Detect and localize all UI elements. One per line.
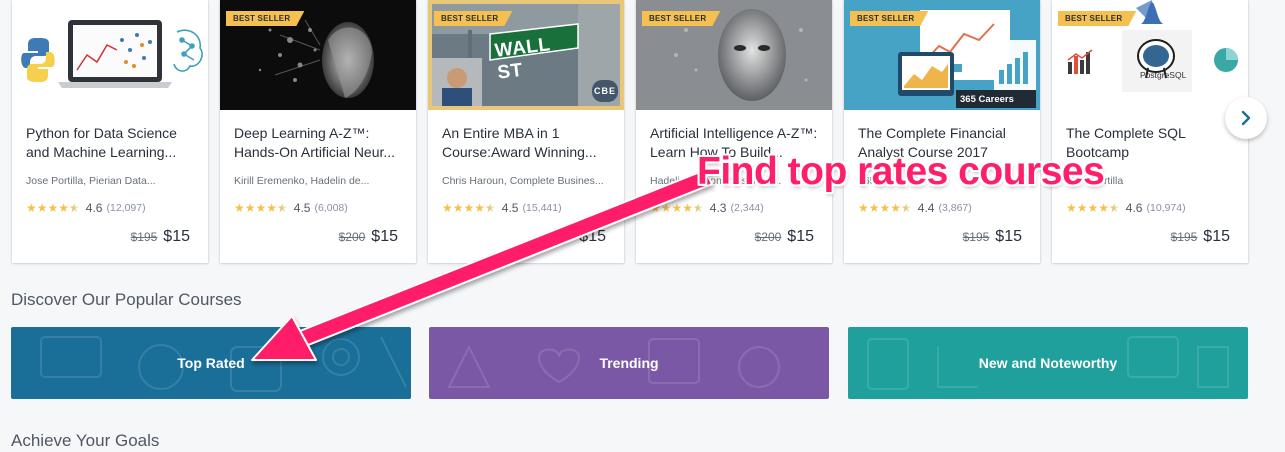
rating-value: 4.5 <box>293 201 311 215</box>
original-price: $200 <box>754 230 782 244</box>
star-rating-icon: ★★★★★ <box>1066 201 1120 215</box>
course-rating: ★★★★★ 4.5 (15,441) <box>442 201 562 215</box>
bestseller-badge: BEST SELLER <box>226 11 304 26</box>
course-price: $200 $15 <box>339 228 398 246</box>
careers-label: 365 Careers <box>960 94 1014 105</box>
cbe-label: CBE <box>594 86 617 96</box>
annotation-text: Find top rates courses <box>697 150 1105 193</box>
course-authors: Chris Haroun, Complete Busines... <box>442 175 604 187</box>
sale-price: $15 <box>371 228 398 245</box>
carousel-next-button[interactable] <box>1225 97 1267 139</box>
review-count: (3,867) <box>938 202 972 214</box>
rating-value: 4.3 <box>709 201 727 215</box>
course-carousel: Python for Data Science and Machine Lear… <box>0 0 1285 265</box>
course-card[interactable]: Python for Data Science and Machine Lear… <box>12 0 208 263</box>
rating-value: 4.5 <box>501 201 519 215</box>
course-price: $200 $15 <box>547 228 606 246</box>
popular-courses-heading: Discover Our Popular Courses <box>11 290 242 309</box>
sale-price: $15 <box>787 228 814 245</box>
trending-tile[interactable]: Trending <box>429 327 829 399</box>
new-and-noteworthy-tile[interactable]: New and Noteworthy <box>848 327 1248 399</box>
original-price: $195 <box>130 230 158 244</box>
course-rating: ★★★★★ 4.4 (3,867) <box>858 201 972 215</box>
bestseller-badge: BEST SELLER <box>642 11 720 26</box>
course-title[interactable]: Python for Data Science and Machine Lear… <box>26 124 196 162</box>
course-rating: ★★★★★ 4.6 (12,097) <box>26 201 146 215</box>
course-thumbnail: BEST SELLER <box>220 0 416 110</box>
rating-value: 4.6 <box>85 201 103 215</box>
star-rating-icon: ★★★★★ <box>234 201 288 215</box>
review-count: (12,097) <box>106 202 146 214</box>
course-thumbnail <box>12 0 208 110</box>
course-thumbnail: BEST SELLER <box>636 0 832 110</box>
course-price: $195 $15 <box>1171 228 1230 246</box>
course-card[interactable]: PostgreSQL BEST SELLER The Complete SQL … <box>1052 0 1248 263</box>
sale-price: $15 <box>163 228 190 245</box>
course-authors: Jose Portilla, Pierian Data... <box>26 175 156 187</box>
review-count: (6,008) <box>314 202 348 214</box>
original-price: $200 <box>546 230 574 244</box>
original-price: $195 <box>962 230 990 244</box>
course-card[interactable]: BEST SELLER Artificial Intelligence A-Z™… <box>636 0 832 263</box>
review-count: (2,344) <box>730 202 764 214</box>
course-rating: ★★★★★ 4.5 (6,008) <box>234 201 348 215</box>
star-rating-icon: ★★★★★ <box>650 201 704 215</box>
course-card[interactable]: WALL ST CBE BEST SELLER An Entire MBA in… <box>428 0 624 263</box>
postgresql-label: PostgreSQL <box>1140 70 1187 80</box>
course-thumbnail: PostgreSQL BEST SELLER <box>1052 0 1248 110</box>
course-card[interactable]: BEST SELLER Deep Learning A-Z™: Hands-On… <box>220 0 416 263</box>
course-title[interactable]: Deep Learning A-Z™: Hands-On Artificial … <box>234 124 404 162</box>
rating-value: 4.4 <box>917 201 935 215</box>
course-thumbnail: WALL ST CBE BEST SELLER <box>428 0 624 110</box>
course-rating: ★★★★★ 4.6 (10,974) <box>1066 201 1186 215</box>
course-authors: Kirill Eremenko, Hadelin de... <box>234 175 370 187</box>
star-rating-icon: ★★★★★ <box>442 201 496 215</box>
course-rating: ★★★★★ 4.3 (2,344) <box>650 201 764 215</box>
course-price: $195 $15 <box>963 228 1022 246</box>
sale-price: $15 <box>1203 228 1230 245</box>
course-thumbnail: 365 Careers BEST SELLER <box>844 0 1040 110</box>
achieve-goals-heading: Achieve Your Goals <box>11 431 160 450</box>
chevron-right-icon <box>1241 110 1251 126</box>
rating-value: 4.6 <box>1125 201 1143 215</box>
bestseller-badge: BEST SELLER <box>1058 11 1136 26</box>
bestseller-badge: BEST SELLER <box>434 11 512 26</box>
bestseller-badge: BEST SELLER <box>850 11 928 26</box>
original-price: $200 <box>338 230 366 244</box>
star-rating-icon: ★★★★★ <box>858 201 912 215</box>
top-rated-tile[interactable]: Top Rated <box>11 327 411 399</box>
review-count: (10,974) <box>1146 202 1186 214</box>
tile-label: New and Noteworthy <box>978 355 1118 371</box>
star-rating-icon: ★★★★★ <box>26 201 80 215</box>
original-price: $195 <box>1170 230 1198 244</box>
course-title[interactable]: An Entire MBA in 1 Course:Award Winning.… <box>442 124 612 162</box>
course-card[interactable]: 365 Careers BEST SELLER The Complete Fin… <box>844 0 1040 263</box>
sale-price: $15 <box>579 228 606 245</box>
tile-label: Top Rated <box>177 355 245 371</box>
course-price: $195 $15 <box>131 228 190 246</box>
course-price: $200 $15 <box>755 228 814 246</box>
tile-label: Trending <box>599 355 659 371</box>
sale-price: $15 <box>995 228 1022 245</box>
review-count: (15,441) <box>522 202 562 214</box>
